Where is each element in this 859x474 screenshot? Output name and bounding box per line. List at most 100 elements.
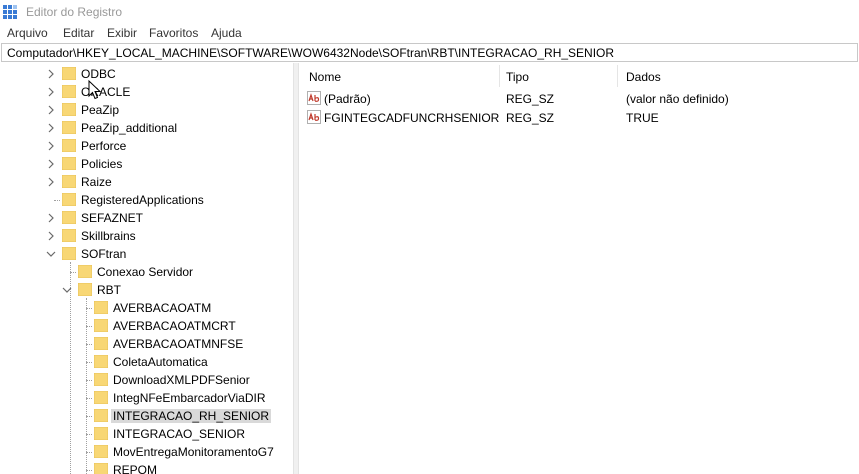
tree-item[interactable]: SOFtran xyxy=(0,245,293,263)
folder-icon xyxy=(62,67,76,80)
mouse-cursor-icon xyxy=(88,80,101,100)
key-tree[interactable]: ODBC ORACLE PeaZip PeaZip_additional Perforc… xyxy=(0,63,293,474)
menu-arquivo[interactable]: Arquivo xyxy=(7,26,48,40)
tree-item-label: Raize xyxy=(81,175,112,189)
menu-favoritos[interactable]: Favoritos xyxy=(149,26,198,40)
tree-item-label: ODBC xyxy=(81,67,116,81)
tree-item[interactable]: INTEGRACAO_RH_SENIOR xyxy=(0,407,293,425)
tree-item-label: Perforce xyxy=(81,139,127,153)
address-bar[interactable]: Computador\HKEY_LOCAL_MACHINE\SOFTWARE\W… xyxy=(1,43,858,62)
tree-item[interactable]: ORACLE xyxy=(0,83,293,101)
value-name: FGINTEGCADFUNCRHSENIOR xyxy=(324,111,500,125)
tree-item-label: RBT xyxy=(97,283,121,297)
tree-item-label: RegisteredApplications xyxy=(81,193,204,207)
folder-icon xyxy=(78,265,92,278)
value-type: REG_SZ xyxy=(506,92,555,106)
folder-icon xyxy=(94,409,108,422)
tree-item[interactable]: INTEGRACAO_SENIOR xyxy=(0,425,293,443)
folder-icon xyxy=(62,121,76,134)
column-type-header[interactable]: Tipo xyxy=(506,70,529,84)
folder-icon xyxy=(94,445,108,458)
menu-exibir[interactable]: Exibir xyxy=(107,26,137,40)
value-type: REG_SZ xyxy=(506,111,555,125)
tree-item[interactable]: RBT xyxy=(0,281,293,299)
folder-icon xyxy=(94,301,108,314)
chevron-right-icon[interactable] xyxy=(46,231,56,241)
tree-item[interactable]: PeaZip xyxy=(0,101,293,119)
folder-icon xyxy=(94,373,108,386)
tree-item-label: Skillbrains xyxy=(81,229,136,243)
chevron-right-icon[interactable] xyxy=(46,177,56,187)
tree-item[interactable]: ColetaAutomatica xyxy=(0,353,293,371)
values-list[interactable]: Nome Tipo Dados (Padrão) REG_SZ (valor não… xyxy=(299,63,859,474)
tree-item-label: MovEntregaMonitoramentoG7 xyxy=(113,445,274,459)
chevron-right-icon[interactable] xyxy=(46,141,56,151)
tree-item[interactable]: Policies xyxy=(0,155,293,173)
folder-icon xyxy=(62,193,76,206)
tree-item[interactable]: DownloadXMLPDFSenior xyxy=(0,371,293,389)
tree-item[interactable]: Conexao Servidor xyxy=(0,263,293,281)
tree-item[interactable]: Skillbrains xyxy=(0,227,293,245)
value-data: TRUE xyxy=(626,111,659,125)
tree-item[interactable]: AVERBACAOATM xyxy=(0,299,293,317)
menu-editar[interactable]: Editar xyxy=(63,26,94,40)
column-divider[interactable] xyxy=(617,65,618,87)
tree-item-label: AVERBACAOATMNFSE xyxy=(113,337,244,351)
folder-icon xyxy=(94,355,108,368)
chevron-right-icon[interactable] xyxy=(46,123,56,133)
tree-item-label: Policies xyxy=(81,157,123,171)
tree-item[interactable]: RegisteredApplications xyxy=(0,191,293,209)
tree-item-label: Conexao Servidor xyxy=(97,265,194,279)
tree-item[interactable]: AVERBACAOATMNFSE xyxy=(0,335,293,353)
title-bar: Editor do Registro xyxy=(0,0,859,24)
tree-item-label: AVERBACAOATMCRT xyxy=(113,319,236,333)
chevron-down-icon[interactable] xyxy=(46,249,56,259)
chevron-right-icon[interactable] xyxy=(46,159,56,169)
folder-icon xyxy=(62,175,76,188)
folder-icon xyxy=(62,247,76,260)
folder-icon xyxy=(94,391,108,404)
column-header: Nome Tipo Dados xyxy=(299,63,859,87)
chevron-down-icon[interactable] xyxy=(62,285,72,295)
tree-item-label: SOFtran xyxy=(81,247,127,261)
tree-item[interactable]: AVERBACAOATMCRT xyxy=(0,317,293,335)
registry-app-icon xyxy=(3,5,17,19)
value-data: (valor não definido) xyxy=(626,92,729,106)
chevron-right-icon[interactable] xyxy=(46,69,56,79)
tree-item-label: IntegNFeEmbarcadorViaDIR xyxy=(113,391,266,405)
chevron-right-icon[interactable] xyxy=(46,105,56,115)
tree-item[interactable]: ODBC xyxy=(0,65,293,83)
string-value-icon xyxy=(307,110,321,124)
tree-item[interactable]: Raize xyxy=(0,173,293,191)
string-value-icon xyxy=(307,91,321,105)
address-path[interactable]: Computador\HKEY_LOCAL_MACHINE\SOFTWARE\W… xyxy=(7,46,614,60)
folder-icon xyxy=(78,283,92,296)
folder-icon xyxy=(94,427,108,440)
tree-item[interactable]: Perforce xyxy=(0,137,293,155)
folder-icon xyxy=(62,85,76,98)
column-data-header[interactable]: Dados xyxy=(626,70,661,84)
folder-icon xyxy=(62,211,76,224)
value-row[interactable]: (Padrão) REG_SZ (valor não definido) xyxy=(299,90,859,108)
value-row[interactable]: FGINTEGCADFUNCRHSENIOR REG_SZ TRUE xyxy=(299,109,859,127)
tree-item[interactable]: MovEntregaMonitoramentoG7 xyxy=(0,443,293,461)
window-title: Editor do Registro xyxy=(26,5,123,19)
tree-item-label: REPOM xyxy=(113,463,158,474)
folder-icon xyxy=(62,229,76,242)
folder-icon xyxy=(62,139,76,152)
tree-item[interactable]: SEFAZNET xyxy=(0,209,293,227)
chevron-right-icon[interactable] xyxy=(46,87,56,97)
tree-item[interactable]: REPOM xyxy=(0,461,293,474)
tree-item[interactable]: IntegNFeEmbarcadorViaDIR xyxy=(0,389,293,407)
tree-item-label: PeaZip xyxy=(81,103,120,117)
value-name: (Padrão) xyxy=(324,92,371,106)
tree-item[interactable]: PeaZip_additional xyxy=(0,119,293,137)
tree-item-label: SEFAZNET xyxy=(81,211,144,225)
chevron-right-icon[interactable] xyxy=(46,213,56,223)
folder-icon xyxy=(62,103,76,116)
column-name-header[interactable]: Nome xyxy=(309,70,341,84)
tree-item-label: INTEGRACAO_RH_SENIOR xyxy=(111,409,272,423)
menu-ajuda[interactable]: Ajuda xyxy=(211,26,242,40)
folder-icon xyxy=(94,463,108,474)
column-divider[interactable] xyxy=(499,65,500,87)
